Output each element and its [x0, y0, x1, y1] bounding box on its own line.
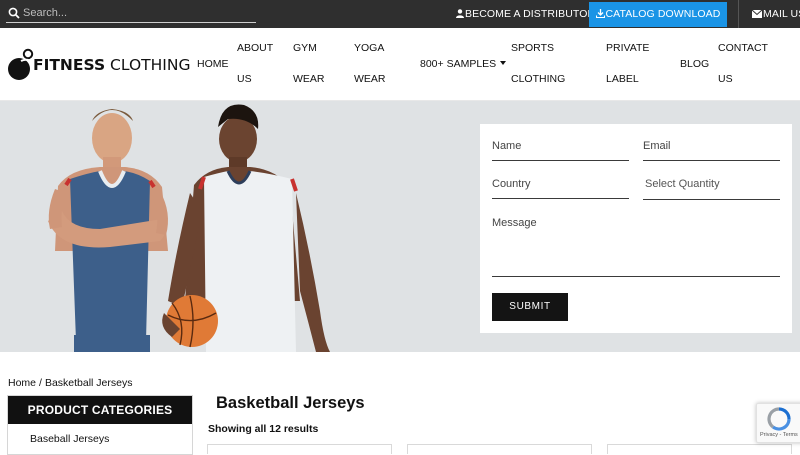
nav-home-label: HOME — [197, 58, 229, 70]
user-icon — [456, 9, 464, 18]
search-input[interactable] — [23, 5, 253, 21]
quantity-select[interactable]: Select Quantity — [643, 178, 780, 190]
nav-yoga-line1: YOGA — [354, 42, 385, 54]
country-field-wrap — [492, 178, 629, 199]
nav-private-label[interactable]: PRIVATE LABEL — [606, 33, 649, 95]
mail-us-label: MAIL US — [763, 8, 800, 20]
country-field[interactable] — [492, 178, 629, 190]
envelope-icon — [751, 9, 763, 18]
nav-about-line1: ABOUT — [237, 42, 274, 54]
search-box[interactable] — [6, 4, 256, 23]
nav-sports-line2: CLOTHING — [511, 73, 566, 85]
product-card[interactable] — [207, 444, 392, 454]
submit-button[interactable]: SUBMIT — [492, 293, 568, 321]
download-icon — [595, 9, 605, 19]
nav-sports-line1: SPORTS — [511, 42, 554, 54]
nav-gym-wear[interactable]: GYM WEAR — [293, 33, 325, 95]
become-distributor-label: BECOME A DISTRIBUTOR — [465, 8, 596, 20]
product-categories-heading: PRODUCT CATEGORIES — [8, 396, 192, 424]
recaptcha-footer: Privacy - Terms — [760, 432, 798, 438]
nav-contact-line2: US — [718, 73, 733, 85]
nav-home[interactable]: HOME — [197, 49, 229, 80]
nav-gym-line1: GYM — [293, 42, 317, 54]
name-field-wrap — [492, 140, 629, 161]
nav-private-line1: PRIVATE — [606, 42, 650, 54]
result-count: Showing all 12 results — [208, 423, 319, 435]
recaptcha-icon — [767, 407, 791, 431]
nav-sports-clothing[interactable]: SPORTS CLOTHING — [511, 33, 565, 95]
hero-banner: Select Quantity SUBMIT — [0, 101, 800, 352]
breadcrumb: Home / Basketball Jerseys — [8, 377, 132, 389]
mail-us-link[interactable]: MAIL US — [751, 0, 800, 28]
nav-samples-label: 800+ SAMPLES — [420, 58, 497, 70]
logo-text-regular: CLOTHING — [105, 56, 191, 74]
basketball-players-image — [48, 104, 330, 352]
logo-text-bold: FITNESS — [33, 56, 106, 74]
email-field[interactable] — [643, 140, 780, 152]
name-field[interactable] — [492, 140, 629, 152]
catalog-download-button[interactable]: CATALOG DOWNLOAD — [589, 2, 727, 27]
nav-private-line2: LABEL — [606, 73, 639, 85]
nav-contact-line1: CONTACT — [718, 42, 768, 54]
product-categories-widget: PRODUCT CATEGORIES Baseball Jerseys — [7, 395, 193, 455]
divider — [738, 0, 739, 28]
nav-yoga-wear[interactable]: YOGA WEAR — [354, 33, 386, 95]
become-distributor-link[interactable]: BECOME A DISTRIBUTOR — [456, 0, 595, 28]
site-logo[interactable]: FITNESS CLOTHING — [7, 48, 190, 82]
nav-samples-dropdown[interactable]: 800+ SAMPLES — [420, 49, 507, 80]
nav-yoga-line2: WEAR — [354, 73, 386, 85]
chevron-down-icon — [500, 61, 507, 65]
logo-text: FITNESS CLOTHING — [33, 56, 190, 74]
nav-gym-line2: WEAR — [293, 73, 325, 85]
email-field-wrap — [643, 140, 780, 161]
nav-about-line2: US — [237, 73, 252, 85]
nav-blog-label: BLOG — [680, 58, 710, 70]
page-title: Basketball Jerseys — [216, 394, 365, 412]
product-card[interactable] — [407, 444, 592, 454]
top-bar: BECOME A DISTRIBUTOR CATALOG DOWNLOAD MA… — [0, 0, 800, 28]
nav-contact-us[interactable]: CONTACT US — [718, 33, 768, 95]
breadcrumb-separator: / — [39, 377, 42, 389]
site-header: FITNESS CLOTHING HOME ABOUT US GYM WEAR YO… — [0, 28, 800, 101]
quote-form: Select Quantity SUBMIT — [480, 124, 792, 333]
category-link-baseball-jerseys[interactable]: Baseball Jerseys — [30, 433, 109, 445]
search-icon — [8, 7, 20, 19]
nav-blog[interactable]: BLOG — [680, 49, 709, 80]
breadcrumb-current: Basketball Jerseys — [44, 377, 133, 389]
message-field[interactable] — [492, 217, 780, 275]
product-card[interactable] — [607, 444, 792, 454]
nav-about-us[interactable]: ABOUT US — [237, 33, 273, 95]
recaptcha-badge[interactable]: Privacy - Terms — [756, 403, 800, 443]
message-field-wrap — [492, 217, 780, 277]
catalog-download-label: CATALOG DOWNLOAD — [605, 8, 721, 20]
quantity-select-wrap: Select Quantity — [643, 178, 780, 200]
breadcrumb-home-link[interactable]: Home — [8, 377, 36, 389]
